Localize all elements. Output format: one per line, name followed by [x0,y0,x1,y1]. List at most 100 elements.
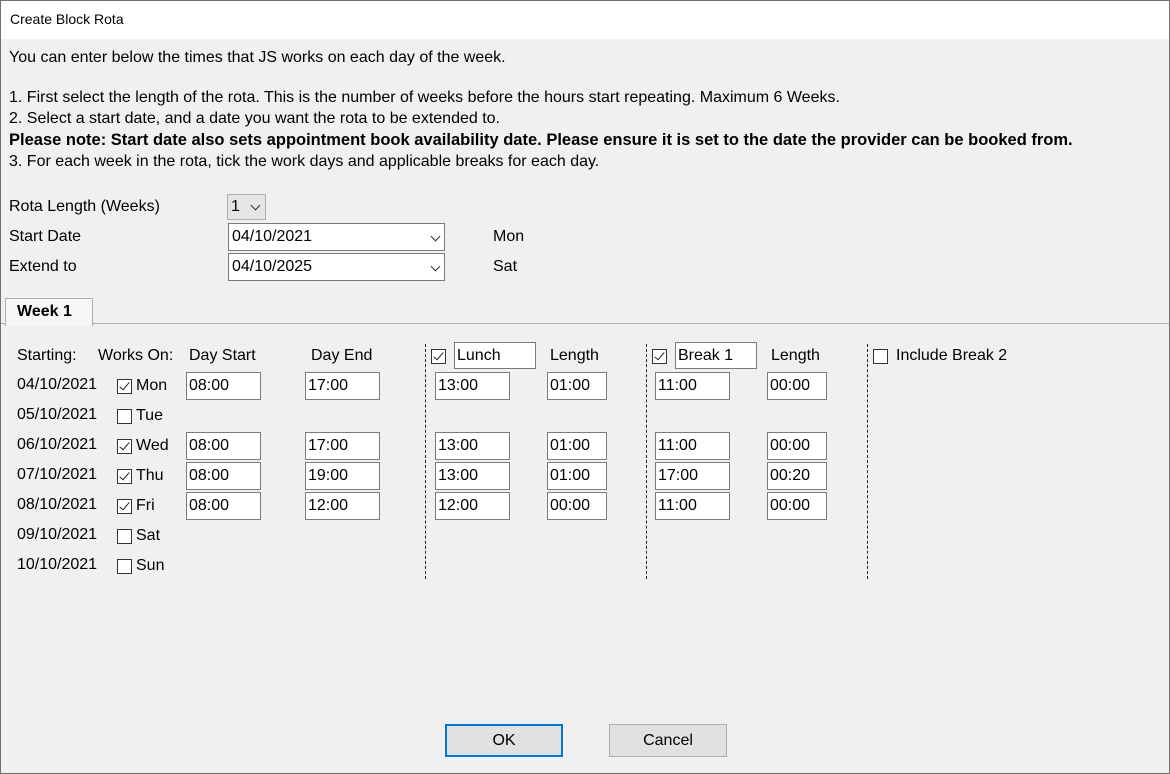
day-start-field-value: 08:00 [189,467,230,484]
break1-start-field-value: 17:00 [658,467,699,484]
day-start-field-value: 08:00 [189,377,230,394]
rota-length-label: Rota Length (Weeks) [9,198,160,215]
lunch-name-value: Lunch [457,347,501,364]
day-end-header: Day End [311,347,373,364]
break1-length-field[interactable]: 00:20 [767,462,827,490]
day-name-label: Tue [136,407,163,424]
works-on-checkbox[interactable] [117,559,132,574]
lunch-checkbox[interactable] [431,349,446,364]
break1-start-field[interactable]: 11:00 [655,492,730,520]
break1-start-field[interactable]: 11:00 [655,432,730,460]
chevron-down-icon [250,200,261,211]
step1-text: 1. First select the length of the rota. … [9,89,840,106]
lunch-start-field[interactable]: 13:00 [435,462,510,490]
break1-length-field[interactable]: 00:00 [767,432,827,460]
row-date: 04/10/2021 [17,376,98,393]
break1-name-field[interactable]: Break 1 [675,342,757,369]
break1-start-field-value: 11:00 [658,377,697,394]
lunch-length-field[interactable]: 00:00 [547,492,607,520]
lunch-length-field[interactable]: 01:00 [547,432,607,460]
start-date-picker[interactable]: 04/10/2021 [228,223,445,251]
row-date: 10/10/2021 [17,556,98,573]
intro-text: You can enter below the times that JS wo… [9,49,506,66]
works-on-checkbox[interactable] [117,469,132,484]
ok-button[interactable]: OK [445,724,563,757]
column-separator [425,344,426,579]
lunch-name-field[interactable]: Lunch [454,342,536,369]
day-name-label: Wed [136,437,169,454]
step2-text: 2. Select a start date, and a date you w… [9,110,500,127]
include-break2-checkbox[interactable] [873,349,888,364]
cancel-button[interactable]: Cancel [609,724,727,757]
day-start-field[interactable]: 08:00 [186,462,261,490]
extend-date-picker[interactable]: 04/10/2025 [228,253,445,281]
lunch-length-field[interactable]: 01:00 [547,372,607,400]
day-end-field[interactable]: 17:00 [305,372,380,400]
break1-length-field-value: 00:20 [770,467,811,484]
tab-week-1[interactable]: Week 1 [5,298,93,326]
day-end-field[interactable]: 17:00 [305,432,380,460]
day-end-field[interactable]: 12:00 [305,492,380,520]
lunch-length-field-value: 01:00 [550,377,591,394]
row-date: 08/10/2021 [17,496,98,513]
column-separator [646,344,647,579]
day-name-label: Sun [136,557,165,574]
day-start-field[interactable]: 08:00 [186,492,261,520]
window-title: Create Block Rota [10,11,124,27]
day-end-field[interactable]: 19:00 [305,462,380,490]
note-text: Please note: Start date also sets appoin… [9,131,1073,149]
day-start-field-value: 08:00 [189,437,230,454]
rota-length-value: 1 [231,198,240,215]
day-start-field-value: 08:00 [189,497,230,514]
break1-length-header: Length [771,347,820,364]
create-block-rota-dialog: Create Block Rota You can enter below th… [0,0,1170,774]
lunch-start-field[interactable]: 13:00 [435,432,510,460]
start-date-label: Start Date [9,228,82,245]
works-on-checkbox[interactable] [117,409,132,424]
break1-name-value: Break 1 [678,347,734,364]
day-start-header: Day Start [189,347,256,364]
row-date: 09/10/2021 [17,526,98,543]
works-on-checkbox[interactable] [117,379,132,394]
day-name-label: Thu [136,467,164,484]
break1-start-field[interactable]: 17:00 [655,462,730,490]
lunch-length-field[interactable]: 01:00 [547,462,607,490]
lunch-start-field-value: 13:00 [438,437,479,454]
works-on-header: Works On: [98,347,174,364]
day-name-label: Fri [136,497,155,514]
break1-start-field[interactable]: 11:00 [655,372,730,400]
day-end-field-value: 17:00 [308,437,349,454]
lunch-start-field-value: 13:00 [438,467,479,484]
extend-date-value: 04/10/2025 [232,258,313,275]
starting-header: Starting: [17,347,77,364]
column-separator [867,344,868,579]
start-day-label: Mon [493,228,525,245]
works-on-checkbox[interactable] [117,499,132,514]
chevron-down-icon [430,261,441,272]
lunch-length-field-value: 01:00 [550,467,591,484]
lunch-start-field-value: 13:00 [438,377,479,394]
day-name-label: Sat [136,527,161,544]
break1-checkbox[interactable] [652,349,667,364]
start-date-value: 04/10/2021 [232,228,313,245]
day-start-field[interactable]: 08:00 [186,432,261,460]
break1-length-field[interactable]: 00:00 [767,492,827,520]
day-start-field[interactable]: 08:00 [186,372,261,400]
lunch-length-field-value: 00:00 [550,497,591,514]
break1-start-field-value: 11:00 [658,497,697,514]
day-end-field-value: 17:00 [308,377,349,394]
break1-length-field[interactable]: 00:00 [767,372,827,400]
tab-label: Week 1 [17,303,72,320]
step3-text: 3. For each week in the rota, tick the w… [9,153,600,170]
lunch-start-field[interactable]: 13:00 [435,372,510,400]
works-on-checkbox[interactable] [117,439,132,454]
rota-length-dropdown[interactable]: 1 [227,194,266,220]
extend-to-label: Extend to [9,258,77,275]
include-break2-label: Include Break 2 [896,347,1008,364]
row-date: 05/10/2021 [17,406,98,423]
lunch-length-header: Length [550,347,599,364]
break1-length-field-value: 00:00 [770,497,811,514]
works-on-checkbox[interactable] [117,529,132,544]
lunch-start-field[interactable]: 12:00 [435,492,510,520]
break1-start-field-value: 11:00 [658,437,697,454]
